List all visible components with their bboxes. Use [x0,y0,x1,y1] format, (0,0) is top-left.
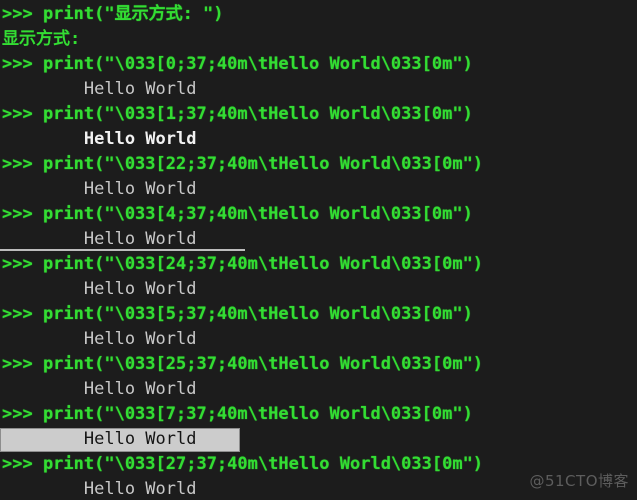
underline-rule [0,249,245,251]
watermark-label: @51CTO博客 [529,472,629,490]
terminal-output-line-bold: Hello World [0,127,637,152]
terminal-input-line: >>> print("\033[7;37;40m\tHello World\03… [0,402,637,427]
terminal-line-text: >>> print("\033[24;37;40m\tHello World\0… [2,254,484,274]
terminal-line-text: >>> print("\033[27;37;40m\tHello World\0… [2,454,484,474]
terminal-line-text: Hello World [2,79,197,99]
terminal-output-line: Hello World [0,327,637,352]
terminal-input-line: >>> print("\033[22;37;40m\tHello World\0… [0,152,637,177]
terminal-output-line-reverse: Hello World [0,427,637,452]
terminal-line-text: Hello World [2,379,197,399]
terminal-line-text: 显示方式: [2,29,81,49]
terminal-input-line: >>> print("显示方式: ") [0,2,637,27]
terminal-line-text: Hello World [2,479,197,499]
terminal-output-line: 显示方式: [0,27,637,52]
terminal-input-line: >>> print("\033[24;37;40m\tHello World\0… [0,252,637,277]
terminal-output-line: Hello World [0,177,637,202]
terminal-line-text: Hello World [2,279,197,299]
terminal-line-text: Hello World [2,179,197,199]
terminal-line-text: Hello World [2,329,197,349]
terminal-line-text: >>> print("\033[22;37;40m\tHello World\0… [2,154,484,174]
terminal-line-text: Hello World [2,429,197,449]
terminal-line-text: >>> print("显示方式: ") [2,4,224,24]
terminal-output-line: Hello World [0,377,637,402]
terminal-line-text: >>> print("\033[7;37;40m\tHello World\03… [2,404,473,424]
terminal-line-text: >>> print("\033[1;37;40m\tHello World\03… [2,104,473,124]
terminal-input-line: >>> print("\033[1;37;40m\tHello World\03… [0,102,637,127]
terminal-line-text: >>> print("\033[25;37;40m\tHello World\0… [2,354,484,374]
terminal-output-area: >>> print("显示方式: ") 显示方式: >>> print("\033[… [0,2,637,500]
terminal-input-line: >>> print("\033[25;37;40m\tHello World\0… [0,352,637,377]
terminal-input-line: >>> print("\033[4;37;40m\tHello World\03… [0,202,637,227]
terminal-line-text: Hello World [2,129,197,149]
terminal-line-text: Hello World [2,229,197,249]
terminal-output-line: Hello World [0,77,637,102]
terminal-input-line: >>> print("\033[5;37;40m\tHello World\03… [0,302,637,327]
terminal-output-line-underline: Hello World [0,227,637,252]
terminal-line-text: >>> print("\033[0;37;40m\tHello World\03… [2,54,473,74]
terminal-line-text: >>> print("\033[4;37;40m\tHello World\03… [2,204,473,224]
terminal-output-line: Hello World [0,277,637,302]
terminal-input-line: >>> print("\033[0;37;40m\tHello World\03… [0,52,637,77]
terminal-line-text: >>> print("\033[5;37;40m\tHello World\03… [2,304,473,324]
terminal-window[interactable]: >>> print("显示方式: ") 显示方式: >>> print("\033[… [0,0,637,500]
